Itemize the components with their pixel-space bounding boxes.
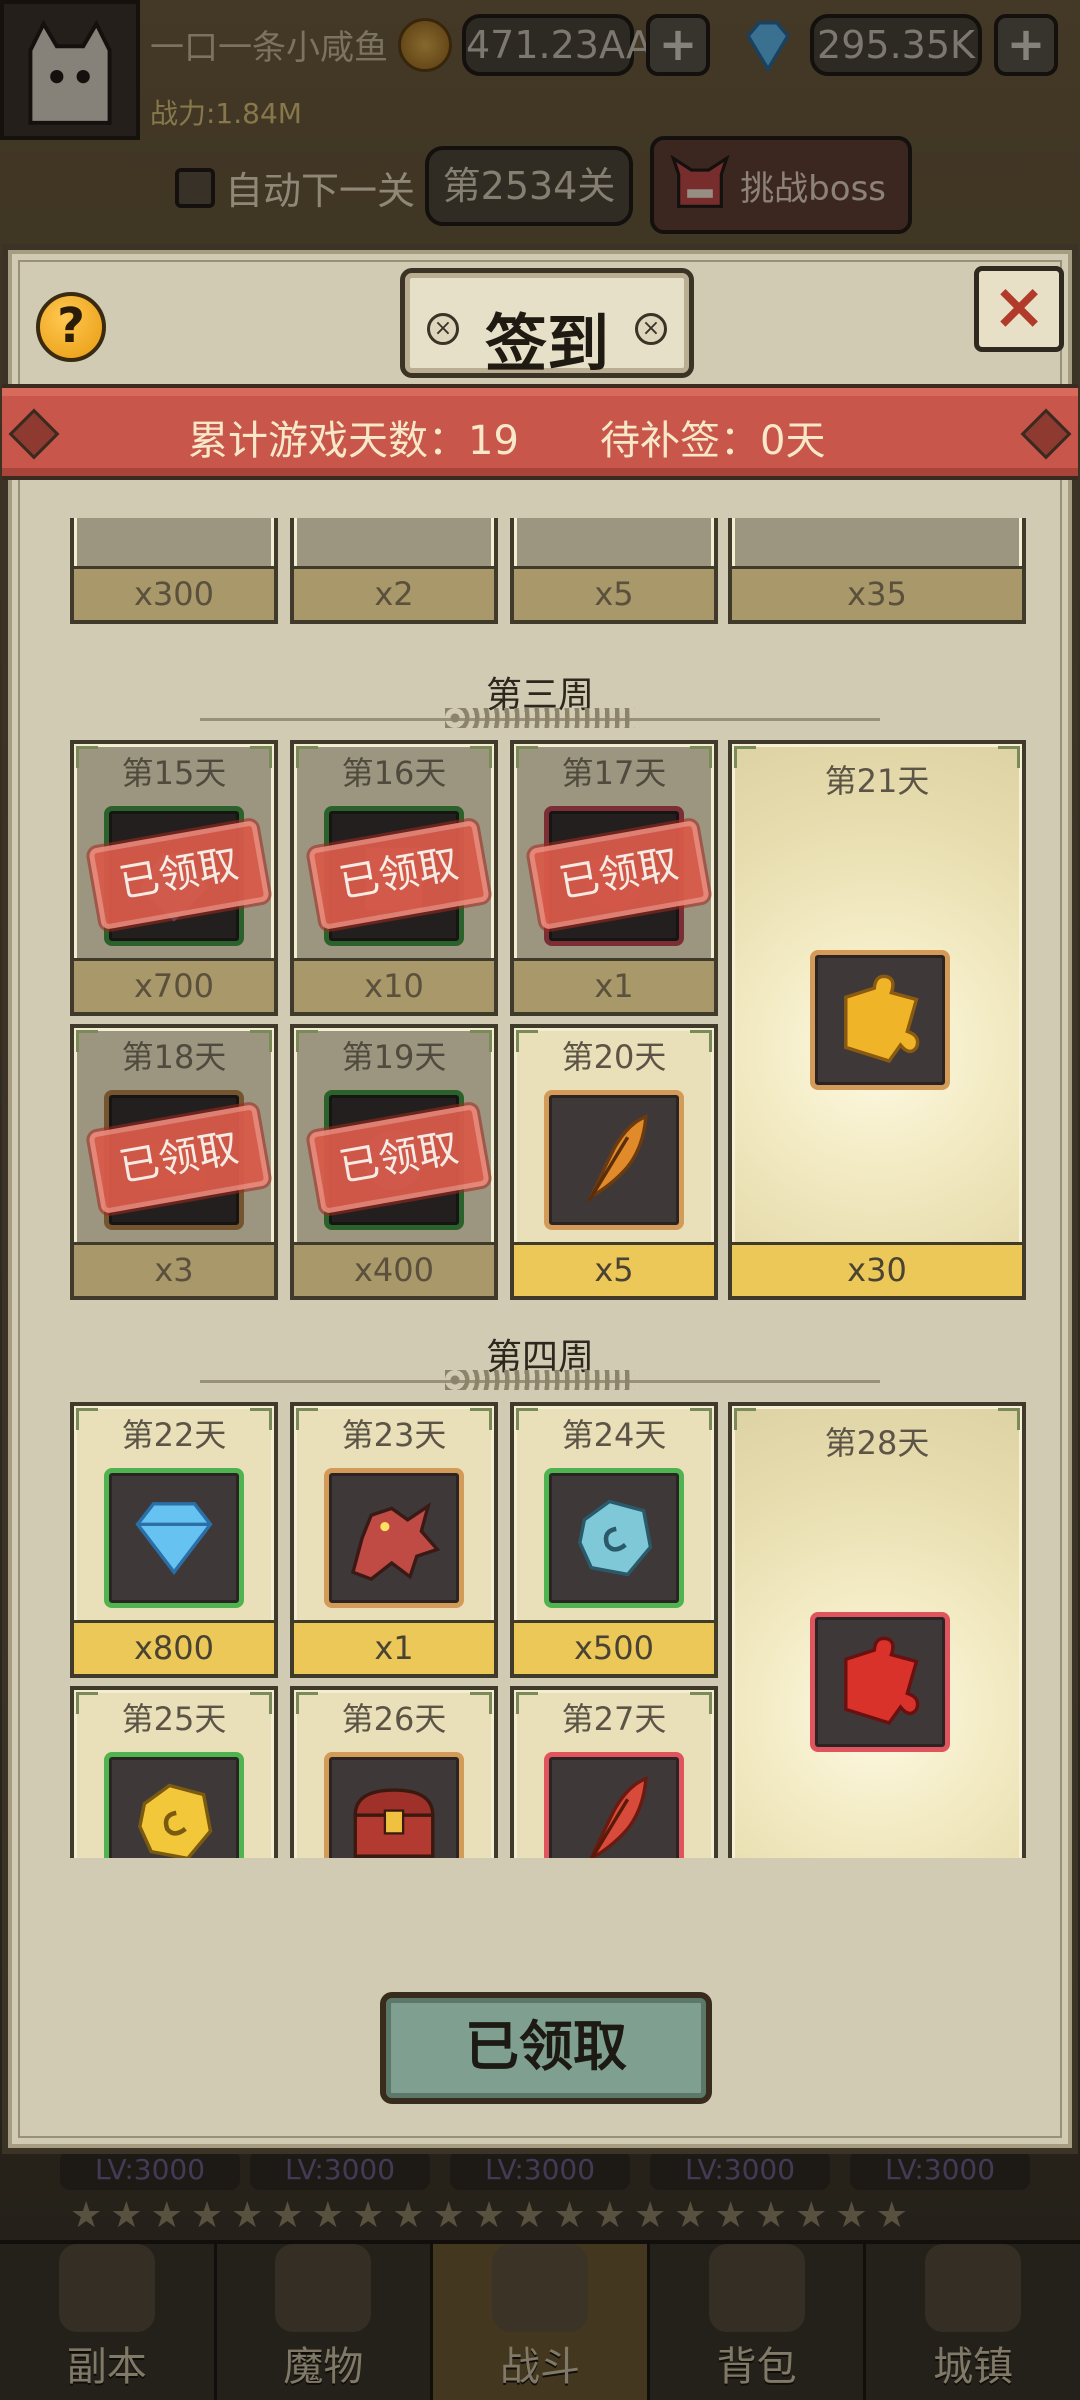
item-frame bbox=[104, 1752, 244, 1858]
reward-quantity: x1 bbox=[294, 1620, 494, 1674]
reward-day: 第19天 bbox=[341, 1038, 447, 1076]
reward-card-day-27[interactable]: 第27天 x5 bbox=[510, 1686, 718, 1858]
reward-quantity: x500 bbox=[514, 1620, 714, 1674]
reward-quantity: x10 bbox=[294, 958, 494, 1012]
ribbon-ornament-icon bbox=[8, 408, 60, 460]
item-frame bbox=[324, 1752, 464, 1858]
reward-day: 第23天 bbox=[341, 1416, 447, 1454]
red-puzzle-icon bbox=[844, 1636, 920, 1726]
reward-card-day-22[interactable]: 第22天 x800 bbox=[70, 1402, 278, 1678]
reward-day: 第22天 bbox=[121, 1416, 227, 1454]
reward-quantity: x5 bbox=[514, 566, 714, 620]
reward-day: 第24天 bbox=[561, 1416, 667, 1454]
reward-card-day-20[interactable]: 第20天 x5 bbox=[510, 1024, 718, 1300]
reward-day: 第26天 bbox=[341, 1700, 447, 1738]
reward-day: 第15天 bbox=[121, 754, 227, 792]
reward-card-day-24[interactable]: 第24天 x500 bbox=[510, 1402, 718, 1678]
item-frame bbox=[104, 1468, 244, 1608]
reward-quantity: x400 bbox=[294, 1242, 494, 1296]
makeup-sign-text: 待补签：0天 bbox=[600, 418, 826, 464]
reward-quantity: x800 bbox=[74, 1620, 274, 1674]
item-frame bbox=[544, 1468, 684, 1608]
divider-ornament bbox=[445, 1370, 635, 1390]
reward-card-day-26[interactable]: 第26天 x3 bbox=[290, 1686, 498, 1858]
reward-card-day-25[interactable]: 第25天 x500 bbox=[70, 1686, 278, 1858]
ribbon-ornament-icon bbox=[1020, 408, 1072, 460]
red-feather-icon bbox=[589, 1776, 648, 1858]
reward-card: x35 bbox=[728, 518, 1026, 624]
reward-day: 第21天 bbox=[824, 762, 930, 800]
reward-quantity: x5 bbox=[514, 1242, 714, 1296]
reward-quantity: x30 bbox=[732, 1242, 1022, 1296]
reward-day: 第25天 bbox=[121, 1700, 227, 1738]
reward-card-day-18[interactable]: 第18天 已领取 x3 bbox=[70, 1024, 278, 1300]
orange-feather-icon bbox=[587, 1114, 648, 1202]
reward-quantity: x700 bbox=[74, 958, 274, 1012]
item-frame bbox=[810, 950, 950, 1090]
reward-card-day-28[interactable]: 第28天 x35 bbox=[728, 1402, 1026, 1858]
total-days-text: 累计游戏天数：19 bbox=[188, 418, 519, 464]
reward-quantity: x1 bbox=[514, 958, 714, 1012]
rewards-scroll-area[interactable]: x300 x2 x5 x35 第三周 第15天 已领取 x700 第16天 已领… bbox=[40, 518, 1040, 1858]
reward-day: 第18天 bbox=[121, 1038, 227, 1076]
reward-card: x300 bbox=[70, 518, 278, 624]
reward-day: 第20天 bbox=[561, 1038, 667, 1076]
diamond-icon bbox=[135, 1502, 213, 1576]
item-frame bbox=[544, 1090, 684, 1230]
gold-puzzle-icon bbox=[844, 974, 920, 1064]
reward-quantity: x35 bbox=[732, 566, 1022, 620]
item-frame bbox=[810, 1612, 950, 1752]
reward-quantity: x300 bbox=[74, 566, 274, 620]
reward-card-day-16[interactable]: 第16天 已领取 x10 bbox=[290, 740, 498, 1016]
item-frame bbox=[544, 1752, 684, 1858]
reward-card-day-15[interactable]: 第15天 已领取 x700 bbox=[70, 740, 278, 1016]
blue-rune-stone-icon bbox=[578, 1499, 653, 1577]
reward-day: 第28天 bbox=[824, 1424, 930, 1462]
reward-quantity: x2 bbox=[294, 566, 494, 620]
ornament-icon: × bbox=[635, 313, 667, 345]
reward-card-day-17[interactable]: 第17天 已领取 x1 bbox=[510, 740, 718, 1016]
reward-day: 第16天 bbox=[341, 754, 447, 792]
stats-ribbon: 累计游戏天数：19 待补签：0天 bbox=[2, 384, 1078, 480]
help-icon[interactable]: ? bbox=[36, 292, 106, 362]
divider-ornament bbox=[445, 708, 635, 728]
reward-card-day-21[interactable]: 第21天 x30 bbox=[728, 740, 1026, 1300]
reward-day: 第27天 bbox=[561, 1700, 667, 1738]
treasure-chest-icon bbox=[353, 1788, 435, 1858]
item-frame bbox=[324, 1468, 464, 1608]
sign-in-dialog: ? × 签到 × × 累计游戏天数：19 待补签：0天 x300 x2 x5 x… bbox=[2, 244, 1078, 2154]
reward-day: 第17天 bbox=[561, 754, 667, 792]
close-button[interactable]: × bbox=[974, 266, 1064, 352]
red-dragon-icon bbox=[350, 1502, 441, 1581]
reward-card-day-19[interactable]: 第19天 已领取 x400 bbox=[290, 1024, 498, 1300]
reward-quantity: x3 bbox=[74, 1242, 274, 1296]
claimed-button[interactable]: 已领取 bbox=[380, 1992, 712, 2104]
gold-rune-stone-icon bbox=[138, 1783, 213, 1858]
reward-card: x5 bbox=[510, 518, 718, 624]
reward-card: x2 bbox=[290, 518, 498, 624]
title-plate: × 签到 × bbox=[400, 268, 694, 380]
reward-card-day-23[interactable]: 第23天 x1 bbox=[290, 1402, 498, 1678]
